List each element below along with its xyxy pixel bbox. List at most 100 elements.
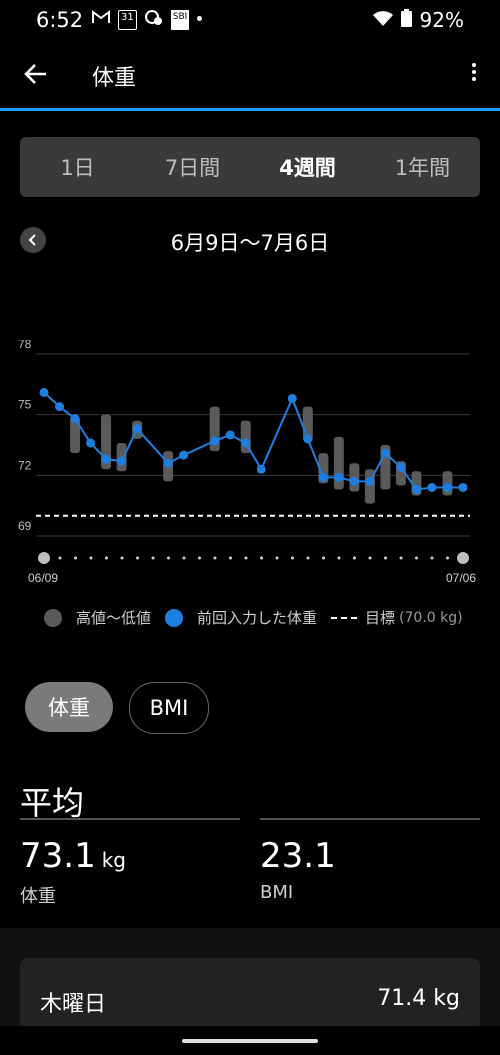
sbi-icon: SBI — [170, 10, 190, 30]
overflow-menu-icon[interactable] — [468, 60, 480, 88]
x-axis-dot — [58, 556, 62, 560]
history-card[interactable]: 木曜日 71.4 kg — [20, 958, 480, 1030]
average-weight-unit: kg — [101, 848, 126, 872]
x-end-marker — [457, 552, 469, 564]
system-nav-bar — [0, 1026, 500, 1055]
weight-point — [179, 450, 189, 460]
divider — [260, 818, 480, 820]
x-axis-dot — [229, 556, 232, 560]
battery-percent: 92% — [419, 8, 464, 32]
x-axis-dot — [446, 556, 449, 560]
back-arrow-icon[interactable] — [20, 58, 52, 90]
x-axis-dot — [151, 556, 155, 560]
goal-dash-icon — [331, 616, 358, 619]
x-axis-dot — [337, 556, 341, 560]
period-tabs: 1日 7日間 4週間 1年間 — [20, 137, 480, 197]
legend-goal: 目標 (70.0 kg) — [331, 607, 463, 628]
x-axis-dot — [415, 556, 418, 560]
chevron-left-icon — [28, 234, 36, 246]
status-right: 92% — [372, 8, 464, 32]
appbar-accent-line — [0, 108, 500, 111]
previous-period-button[interactable] — [20, 227, 46, 253]
x-axis-dot — [399, 556, 403, 560]
x-axis-dot — [306, 556, 310, 560]
x-axis-dot — [384, 556, 387, 560]
tab-7days[interactable]: 7日間 — [135, 137, 250, 197]
bmi-toggle-button[interactable]: BMI — [129, 682, 209, 734]
legend-latest-label: 前回入力した体重 — [197, 609, 318, 627]
x-axis-dot — [167, 556, 170, 560]
weight-point — [427, 482, 437, 492]
x-start-marker — [38, 552, 50, 564]
page-title: 体重 — [92, 66, 137, 91]
legend-range: 高値〜低値 — [44, 607, 151, 628]
weight-point — [458, 482, 468, 492]
weight-point — [396, 462, 406, 472]
legend-range-label: 高値〜低値 — [76, 609, 152, 627]
weight-point — [101, 454, 111, 464]
weight-point — [86, 438, 96, 448]
weight-point — [39, 387, 49, 397]
weight-point — [349, 476, 359, 486]
weight-point — [303, 434, 313, 444]
gmail-icon — [92, 10, 110, 30]
y-tick-label: 78 — [18, 340, 32, 351]
latest-dot-icon — [165, 608, 184, 627]
x-axis-dot — [244, 556, 248, 560]
average-bmi-value: 23.1 — [260, 836, 336, 876]
weight-point — [210, 436, 220, 446]
tab-1year[interactable]: 1年間 — [365, 137, 480, 197]
weight-point — [442, 482, 452, 492]
x-axis-dot — [275, 556, 279, 560]
messages-icon — [144, 10, 163, 30]
tab-1day[interactable]: 1日 — [20, 137, 135, 197]
x-axis-dot — [74, 556, 77, 560]
divider — [20, 818, 240, 820]
battery-icon — [400, 8, 412, 32]
gesture-handle[interactable] — [182, 1039, 318, 1043]
average-bmi-label: BMI — [260, 882, 294, 903]
date-range-label: 6月9日〜7月6日 — [170, 231, 330, 255]
x-axis-dot — [260, 556, 263, 560]
average-weight-label: 体重 — [20, 886, 56, 907]
weight-point — [334, 472, 344, 482]
dot-icon — [197, 16, 203, 21]
weight-chart: 78 75 72 69 06/09 07/06 — [18, 340, 476, 585]
weight-point — [365, 476, 375, 486]
x-axis-dot — [368, 556, 372, 560]
chart-legend: 高値〜低値 前回入力した体重 目標 (70.0 kg) — [44, 607, 463, 628]
metric-toggle: 体重 BMI — [25, 682, 209, 734]
weight-point — [411, 484, 421, 494]
weight-point — [241, 438, 251, 448]
legend-goal-value: (70.0 kg) — [399, 609, 463, 626]
weight-point — [225, 430, 235, 440]
x-axis-dot — [430, 556, 434, 560]
legend-latest: 前回入力した体重 — [165, 607, 317, 628]
x-axis-dot — [291, 556, 294, 560]
x-axis-dot — [120, 556, 124, 560]
notification-icons: 31 SBI — [92, 10, 203, 30]
legend-goal-label: 目標 — [365, 609, 396, 627]
x-axis-dot — [213, 556, 217, 560]
weight-point — [55, 402, 65, 412]
weight-point — [117, 456, 127, 466]
history-day: 木曜日 — [40, 992, 107, 1017]
x-axis-dot — [322, 556, 325, 560]
calendar-icon: 31 — [118, 10, 137, 30]
status-bar: 6:52 31 SBI 92% — [0, 0, 500, 40]
weight-toggle-button[interactable]: 体重 — [25, 682, 113, 732]
x-axis-dot — [353, 556, 356, 560]
app-bar: 体重 — [0, 40, 500, 108]
tab-4weeks[interactable]: 4週間 — [250, 137, 365, 197]
weight-point — [287, 393, 297, 403]
x-axis-dot — [198, 556, 201, 560]
y-tick-label: 72 — [18, 458, 32, 472]
y-tick-label: 69 — [18, 519, 32, 533]
x-axis-dot — [89, 556, 93, 560]
average-weight-value: 73.1 — [20, 836, 96, 876]
x-axis-dot — [182, 556, 186, 560]
x-tick-label: 06/09 — [28, 571, 58, 585]
average-bmi: 23.1 BMI — [260, 836, 336, 903]
history-value: 71.4 kg — [377, 986, 460, 1011]
x-axis-dot — [136, 556, 139, 560]
